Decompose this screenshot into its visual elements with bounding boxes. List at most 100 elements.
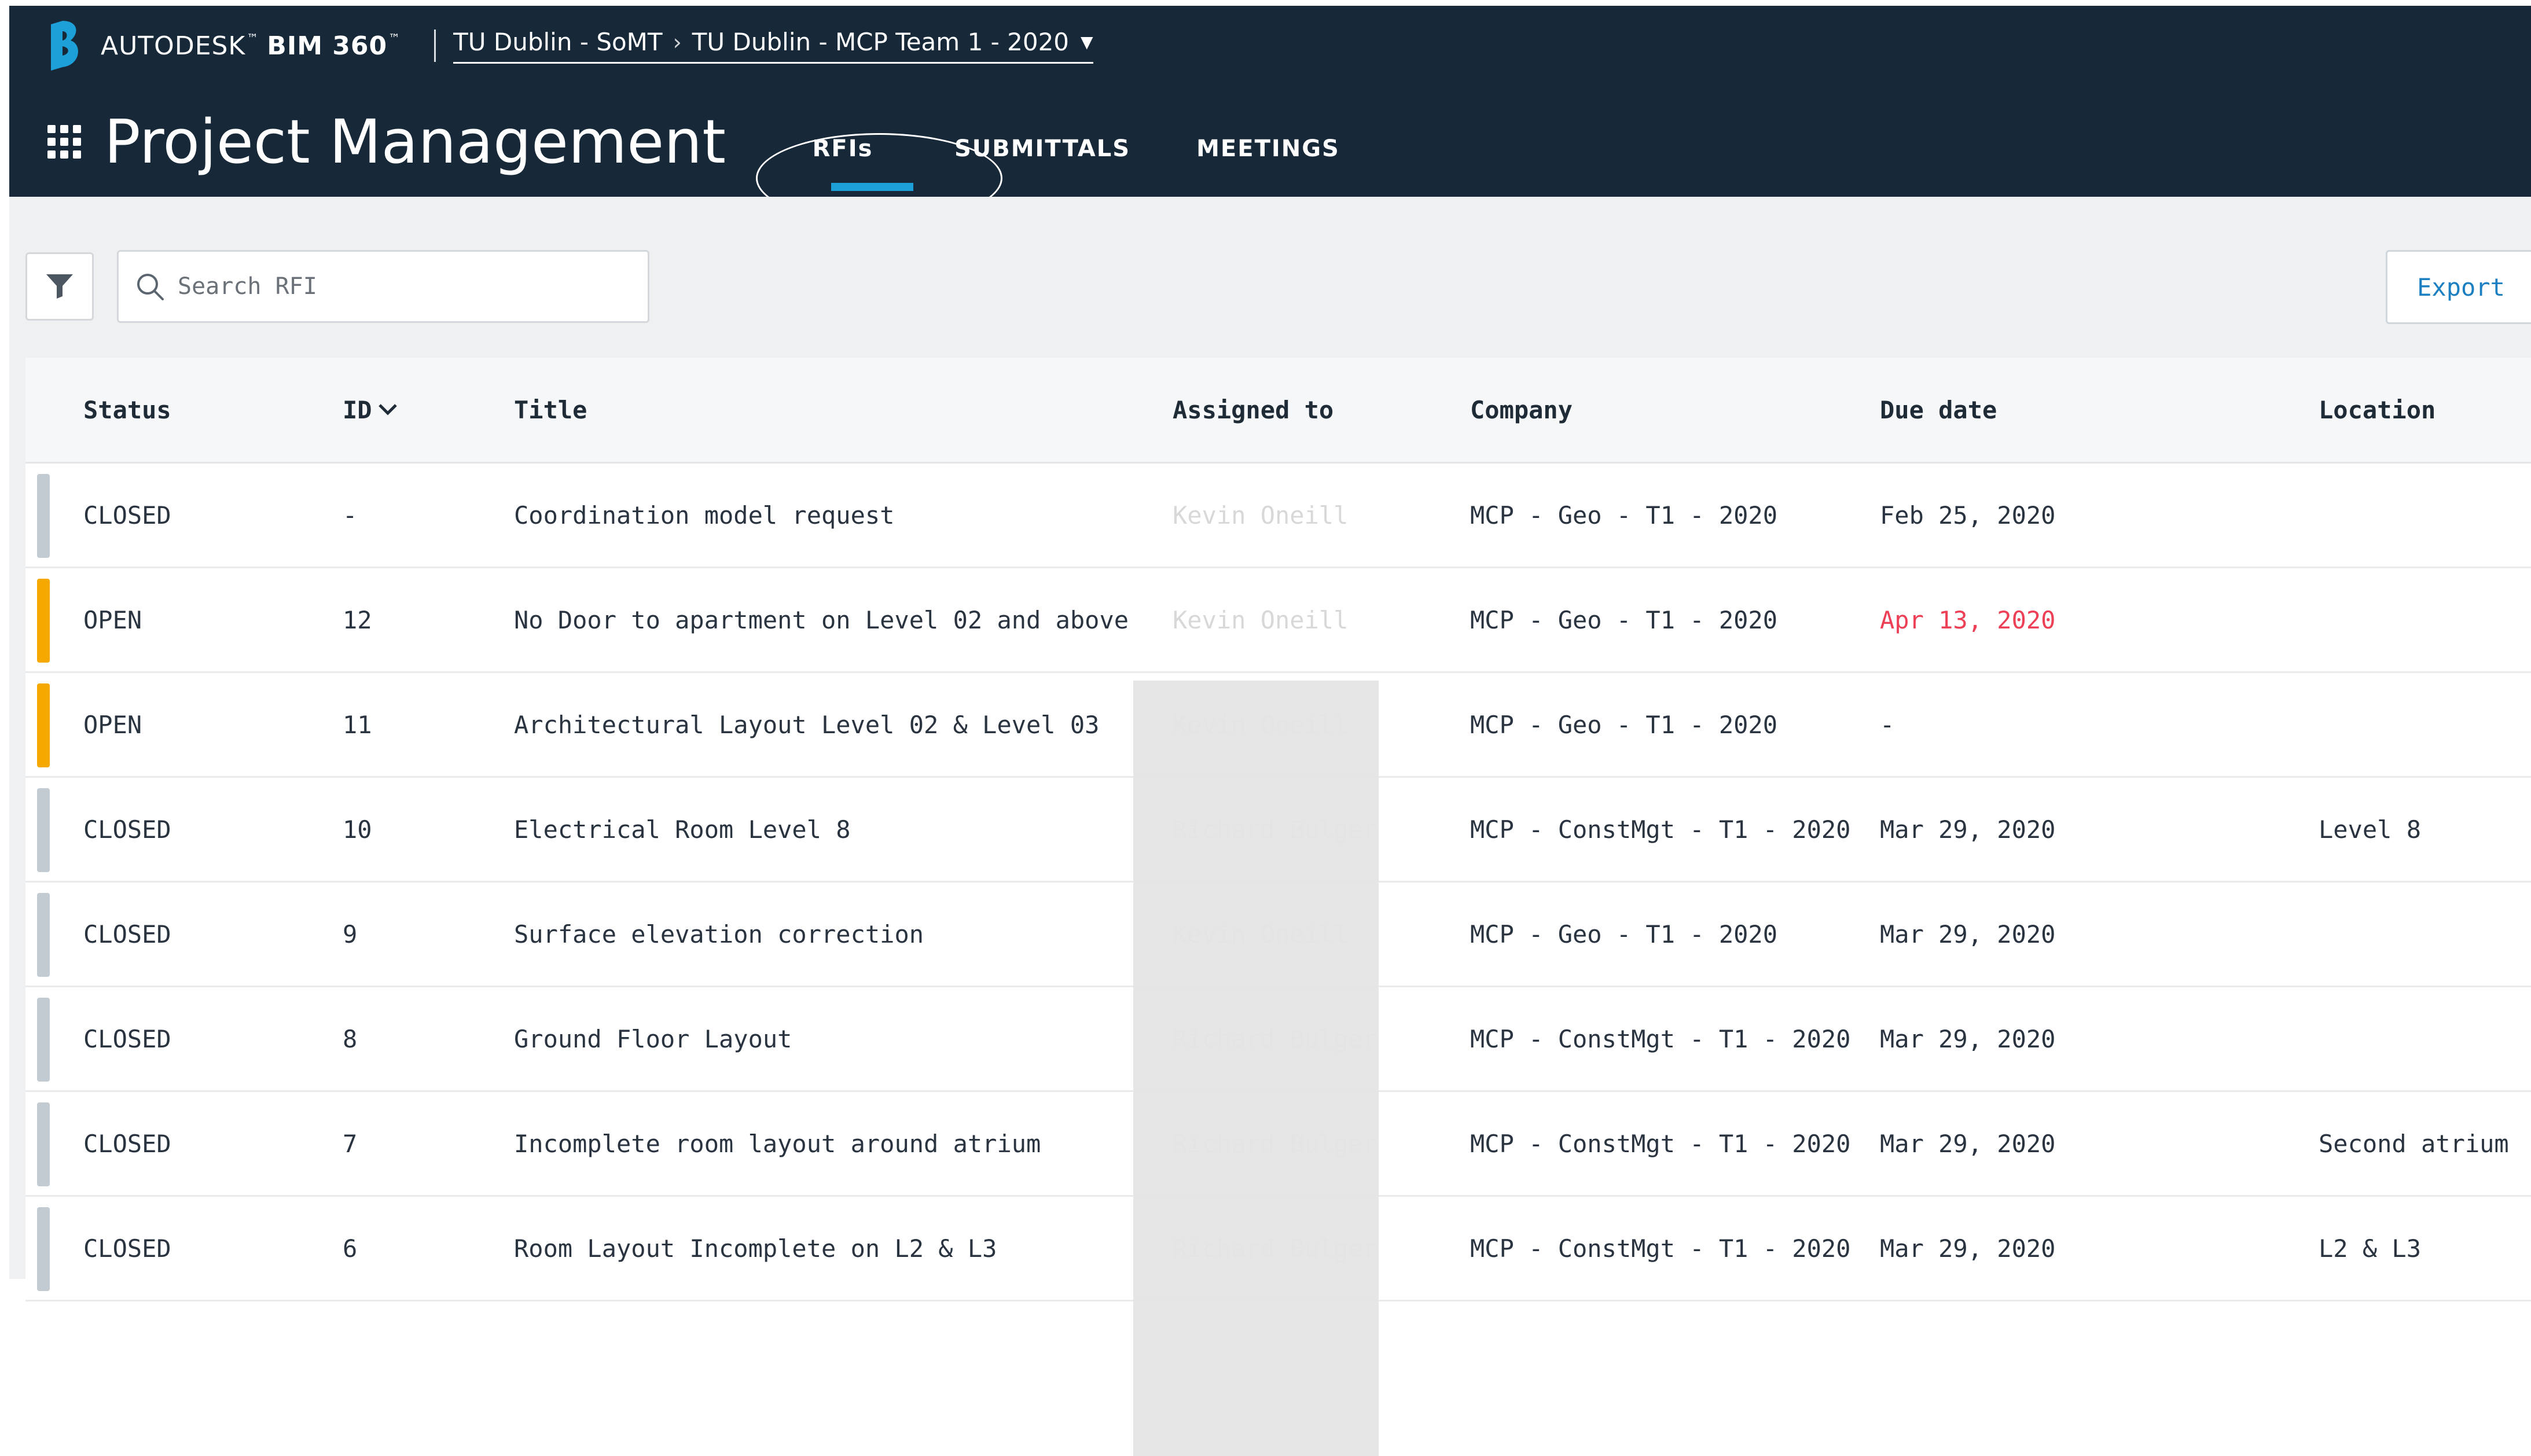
column-header-id[interactable]: ID xyxy=(343,358,398,462)
column-header-location[interactable]: Location xyxy=(2319,358,2436,462)
column-header-status[interactable]: Status xyxy=(83,358,171,462)
cell-assigned-to: Kevin Oneill xyxy=(1173,501,1349,530)
cell-company: MCP - Geo - T1 - 2020 xyxy=(1470,605,1778,634)
cell-location: Second atrium xyxy=(2319,1129,2509,1158)
page-title-row: Project Management xyxy=(47,104,726,179)
cell-company: MCP - Geo - T1 - 2020 xyxy=(1470,501,1778,530)
rfi-toolbar xyxy=(25,250,649,323)
cell-company: MCP - ConstMgt - T1 - 2020 xyxy=(1470,815,1851,844)
cell-title[interactable]: Coordination model request xyxy=(514,464,894,567)
rfi-content: Export Status ID Title Assigned to Compa… xyxy=(9,197,2531,1456)
cell-company: MCP - ConstMgt - T1 - 2020 xyxy=(1470,1234,1851,1263)
cell-status: CLOSED xyxy=(83,815,171,844)
cell-id: 7 xyxy=(343,1129,358,1158)
table-row[interactable]: CLOSED - Coordination model request Kevin O… xyxy=(25,464,2531,568)
cell-assigned-to: Richard Bulger xyxy=(1173,1024,1378,1053)
module-tabs: RFIs SUBMITTALS MEETINGS xyxy=(756,122,1381,223)
cell-status: CLOSED xyxy=(83,501,171,530)
cell-title[interactable]: Ground Floor Layout xyxy=(514,987,792,1090)
filter-icon xyxy=(46,274,73,299)
tab-meetings-label: MEETINGS xyxy=(1196,135,1340,162)
table-row[interactable]: CLOSED 6 Room Layout Incomplete on L2 & L3… xyxy=(25,1197,2531,1301)
breadcrumb-account[interactable]: TU Dublin - SoMT xyxy=(453,28,662,56)
export-button[interactable]: Export xyxy=(2386,250,2531,324)
cell-due-date: Feb 25, 2020 xyxy=(1880,501,2056,530)
active-tab-indicator xyxy=(831,183,913,191)
brand-trademark: ™ xyxy=(247,31,259,45)
cell-id: - xyxy=(343,501,358,530)
tab-meetings[interactable]: MEETINGS xyxy=(1155,122,1381,197)
cell-due-date: Mar 29, 2020 xyxy=(1880,1234,2056,1263)
cell-company: MCP - Geo - T1 - 2020 xyxy=(1470,920,1778,948)
status-indicator xyxy=(37,474,50,558)
status-indicator xyxy=(37,683,50,767)
table-body: CLOSED - Coordination model request Kevin O… xyxy=(25,464,2531,1301)
table-row[interactable]: CLOSED 9 Surface elevation correction Kevin… xyxy=(25,883,2531,987)
tab-submittals[interactable]: SUBMITTALS xyxy=(930,122,1155,197)
status-indicator xyxy=(37,788,50,872)
status-indicator xyxy=(37,1207,50,1291)
cell-id: 12 xyxy=(343,605,372,634)
chevron-right-icon: › xyxy=(673,29,682,55)
top-header: AUTODESK ™ BIM 360 ™ TU Dublin - SoMT › TU … xyxy=(9,6,2531,223)
column-header-id-label: ID xyxy=(343,395,372,424)
module-switcher-grid-icon[interactable] xyxy=(47,125,81,159)
cell-status: OPEN xyxy=(83,710,142,739)
tab-submittals-label: SUBMITTALS xyxy=(954,135,1131,162)
cell-id: 9 xyxy=(343,920,358,948)
brand-divider xyxy=(434,30,436,62)
table-row[interactable]: OPEN 11 Architectural Layout Level 02 & Le… xyxy=(25,673,2531,778)
project-selector-breadcrumb[interactable]: TU Dublin - SoMT › TU Dublin - MCP Team … xyxy=(453,28,1093,64)
breadcrumb-project[interactable]: TU Dublin - MCP Team 1 - 2020 xyxy=(692,28,1069,56)
filter-button[interactable] xyxy=(25,252,94,321)
cell-assigned-to: Kevin Oneill xyxy=(1173,920,1349,948)
cell-title[interactable]: Room Layout Incomplete on L2 & L3 xyxy=(514,1197,997,1300)
brand-trademark: ™ xyxy=(388,31,401,45)
cell-id: 6 xyxy=(343,1234,358,1263)
cell-company: MCP - ConstMgt - T1 - 2020 xyxy=(1470,1024,1851,1053)
cell-due-date: Mar 29, 2020 xyxy=(1880,815,2056,844)
cell-status: OPEN xyxy=(83,605,142,634)
cell-status: CLOSED xyxy=(83,920,171,948)
status-indicator xyxy=(37,579,50,663)
cell-status: CLOSED xyxy=(83,1234,171,1263)
cell-due-date: Apr 13, 2020 xyxy=(1880,605,2056,634)
cell-assigned-to: Richard Bulger xyxy=(1173,815,1378,844)
search-input[interactable] xyxy=(177,273,619,300)
cell-due-date: Mar 29, 2020 xyxy=(1880,1024,2056,1053)
cell-assigned-to: Kevin Oneill xyxy=(1173,605,1349,634)
cell-assigned-to: Richard Bulger xyxy=(1173,1234,1378,1263)
table-row[interactable]: CLOSED 8 Ground Floor Layout Richard Bulger… xyxy=(25,987,2531,1092)
column-header-due-date[interactable]: Due date xyxy=(1880,358,1997,462)
cell-status: CLOSED xyxy=(83,1024,171,1053)
column-header-assigned-to[interactable]: Assigned to xyxy=(1173,358,1334,462)
search-field[interactable] xyxy=(117,250,649,323)
cell-title[interactable]: Surface elevation correction xyxy=(514,883,924,986)
app-frame: AUTODESK ™ BIM 360 ™ TU Dublin - SoMT › TU … xyxy=(9,6,2531,1456)
table-row[interactable]: CLOSED 7 Incomplete room layout around atr… xyxy=(25,1092,2531,1197)
cell-due-date: Mar 29, 2020 xyxy=(1880,920,2056,948)
cell-title[interactable]: Incomplete room layout around atrium xyxy=(514,1092,1041,1195)
cell-assigned-to: Richard Bulger xyxy=(1173,1129,1378,1158)
table-row[interactable]: OPEN 12 No Door to apartment on Level 02 a… xyxy=(25,568,2531,673)
tab-rfis[interactable]: RFIs xyxy=(756,122,1002,223)
cell-id: 8 xyxy=(343,1024,358,1053)
table-header: Status ID Title Assigned to Company Due … xyxy=(25,358,2531,464)
caret-down-icon[interactable]: ▼ xyxy=(1081,32,1093,52)
cell-title[interactable]: Electrical Room Level 8 xyxy=(514,778,851,881)
column-header-title[interactable]: Title xyxy=(514,358,587,462)
table-row[interactable]: CLOSED 10 Electrical Room Level 8 Richard B… xyxy=(25,778,2531,883)
column-header-company[interactable]: Company xyxy=(1470,358,1573,462)
brand-name: AUTODESK ™ BIM 360 ™ xyxy=(101,31,401,61)
bim360-logo-icon[interactable] xyxy=(47,21,83,71)
brand-autodesk: AUTODESK xyxy=(101,31,246,61)
cell-title[interactable]: No Door to apartment on Level 02 and abo… xyxy=(514,568,1129,671)
search-icon xyxy=(137,274,164,300)
brand-bar: AUTODESK ™ BIM 360 ™ TU Dublin - SoMT › TU … xyxy=(47,20,1093,72)
cell-title[interactable]: Architectural Layout Level 02 & Level 03 xyxy=(514,673,1099,776)
cell-location: L2 & L3 xyxy=(2319,1234,2422,1263)
rfi-table: Status ID Title Assigned to Company Due … xyxy=(25,358,2531,1301)
cell-status: CLOSED xyxy=(83,1129,171,1158)
cell-id: 10 xyxy=(343,815,372,844)
cell-location: Level 8 xyxy=(2319,815,2422,844)
